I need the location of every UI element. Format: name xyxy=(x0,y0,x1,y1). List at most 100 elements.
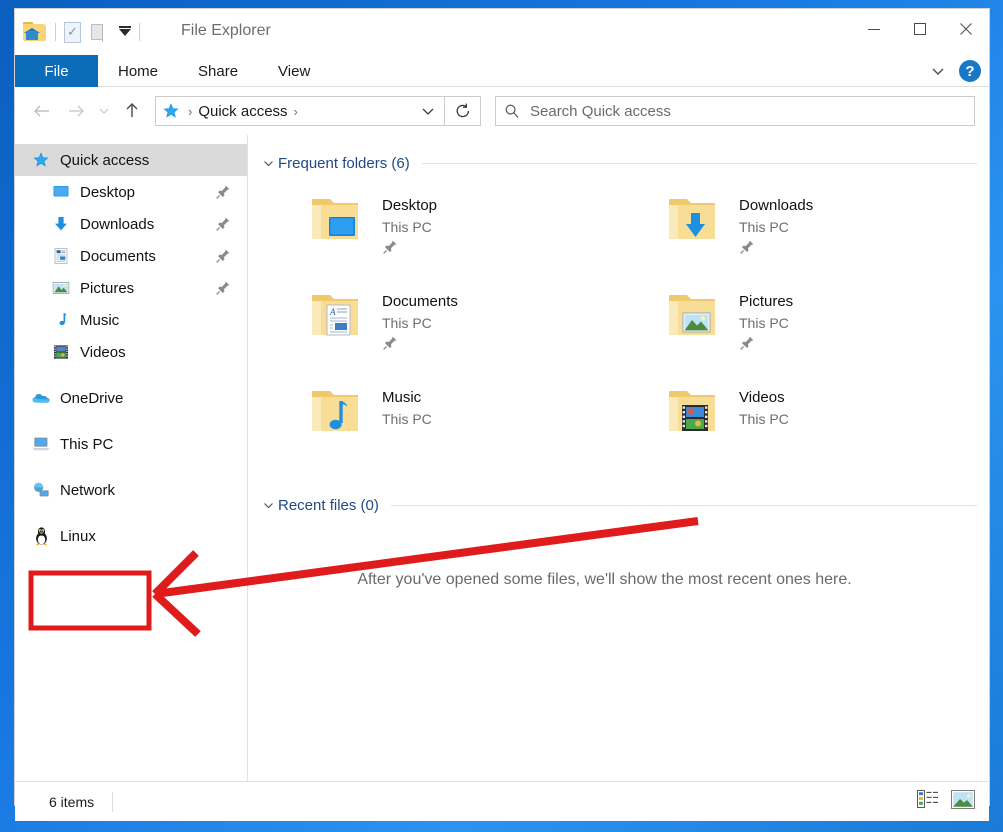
toolbar-divider-2 xyxy=(139,23,140,41)
minimize-button[interactable] xyxy=(851,9,897,49)
sidebar-item-label: Quick access xyxy=(60,152,149,169)
breadcrumb-separator-2[interactable]: › xyxy=(288,104,304,119)
tab-home[interactable]: Home xyxy=(98,55,178,87)
folder-tile[interactable]: A Documents This PC xyxy=(266,287,623,373)
sidebar-item-desktop[interactable]: Desktop xyxy=(15,176,247,208)
folder-tile[interactable]: Music This PC xyxy=(266,383,623,469)
sidebar-item-label: Videos xyxy=(80,344,126,361)
search-input[interactable] xyxy=(530,103,966,120)
customize-caret-icon[interactable] xyxy=(119,29,131,36)
sidebar-item-onedrive[interactable]: OneDrive xyxy=(15,382,247,414)
music-icon xyxy=(51,310,71,330)
onedrive-icon xyxy=(31,388,51,408)
sidebar-item-music[interactable]: Music xyxy=(15,304,247,336)
back-button[interactable] xyxy=(25,94,59,128)
network-icon xyxy=(31,480,51,500)
address-dropdown-icon[interactable] xyxy=(420,103,438,119)
tile-name: Downloads xyxy=(739,197,813,214)
new-folder-icon[interactable] xyxy=(91,24,109,40)
chevron-down-icon[interactable] xyxy=(260,157,276,170)
videos-icon xyxy=(51,342,71,362)
sidebar-item-label: Network xyxy=(60,482,115,499)
tile-name: Pictures xyxy=(739,293,793,310)
recent-locations-button[interactable] xyxy=(93,94,115,128)
folder-documents-icon: A xyxy=(308,287,370,345)
folder-tile[interactable]: Pictures This PC xyxy=(623,287,980,373)
quick-access-star-icon xyxy=(162,102,180,120)
status-bar: 6 items xyxy=(15,781,989,821)
window-controls xyxy=(851,9,989,49)
breadcrumb-separator-1: › xyxy=(182,104,198,119)
chevron-down-icon[interactable] xyxy=(260,499,276,512)
ribbon-tab-bar: File Home Share View ? xyxy=(15,55,989,87)
tile-subtitle: This PC xyxy=(739,411,789,427)
folder-tile[interactable]: Videos This PC xyxy=(623,383,980,469)
sidebar-item-documents[interactable]: Documents xyxy=(15,240,247,272)
pin-icon[interactable] xyxy=(215,184,231,200)
large-icons-view-button[interactable] xyxy=(951,790,975,814)
sidebar-item-this-pc[interactable]: This PC xyxy=(15,428,247,460)
sidebar-item-label: Linux xyxy=(60,528,96,545)
sidebar-item-label: This PC xyxy=(60,436,113,453)
sidebar-item-downloads[interactable]: Downloads xyxy=(15,208,247,240)
pin-icon[interactable] xyxy=(382,335,398,351)
up-button[interactable] xyxy=(115,94,149,128)
svg-text:A: A xyxy=(329,307,336,317)
tile-subtitle: This PC xyxy=(382,411,432,427)
pin-icon[interactable] xyxy=(215,248,231,264)
this-pc-icon xyxy=(31,434,51,454)
tab-share[interactable]: Share xyxy=(178,55,258,87)
group-title: Frequent folders (6) xyxy=(278,155,410,172)
explorer-body: Quick access Desktop Downloads xyxy=(15,135,989,781)
pin-icon[interactable] xyxy=(382,239,398,255)
tile-name: Videos xyxy=(739,389,789,406)
close-button[interactable] xyxy=(943,9,989,49)
tile-subtitle: This PC xyxy=(382,219,437,235)
sidebar-item-label: Pictures xyxy=(80,280,134,297)
pin-icon[interactable] xyxy=(739,335,755,351)
tab-file[interactable]: File xyxy=(15,55,98,87)
address-bar-row: › Quick access › xyxy=(15,87,989,135)
linux-penguin-icon xyxy=(31,526,51,546)
folder-desktop-icon xyxy=(308,191,370,249)
tile-name: Desktop xyxy=(382,197,437,214)
tab-view[interactable]: View xyxy=(258,55,330,87)
tile-subtitle: This PC xyxy=(382,315,458,331)
refresh-button[interactable] xyxy=(445,96,481,126)
tile-name: Documents xyxy=(382,293,458,310)
search-box[interactable] xyxy=(495,96,975,126)
chevron-down-icon[interactable] xyxy=(921,56,955,86)
sidebar-item-linux[interactable]: Linux xyxy=(15,520,247,552)
pin-icon[interactable] xyxy=(215,280,231,296)
breadcrumb-quick-access[interactable]: Quick access xyxy=(198,103,287,120)
tile-name: Music xyxy=(382,389,432,406)
pin-icon[interactable] xyxy=(215,216,231,232)
recent-files-header[interactable]: Recent files (0) xyxy=(260,491,989,519)
help-icon[interactable]: ? xyxy=(959,60,981,82)
sidebar-item-quick-access[interactable]: Quick access xyxy=(15,144,247,176)
view-buttons xyxy=(917,790,975,814)
maximize-button[interactable] xyxy=(897,9,943,49)
search-icon xyxy=(504,103,520,119)
tile-text: Pictures This PC xyxy=(739,287,793,373)
forward-button[interactable] xyxy=(59,94,93,128)
star-icon xyxy=(31,150,51,170)
sidebar-item-videos[interactable]: Videos xyxy=(15,336,247,368)
documents-icon xyxy=(51,246,71,266)
details-view-button[interactable] xyxy=(917,790,939,814)
pictures-icon xyxy=(51,278,71,298)
tile-text: Music This PC xyxy=(382,383,432,469)
sidebar-item-pictures[interactable]: Pictures xyxy=(15,272,247,304)
title-bar: File Explorer xyxy=(15,9,989,55)
sidebar-item-label: Documents xyxy=(80,248,156,265)
file-explorer-icon[interactable] xyxy=(23,22,47,42)
pin-icon[interactable] xyxy=(739,239,755,255)
frequent-folders-header[interactable]: Frequent folders (6) xyxy=(260,149,989,177)
desktop-icon xyxy=(51,182,71,202)
address-bar[interactable]: › Quick access › xyxy=(155,96,445,126)
sidebar-item-network[interactable]: Network xyxy=(15,474,247,506)
properties-icon[interactable] xyxy=(64,22,81,43)
tile-subtitle: This PC xyxy=(739,315,793,331)
folder-tile[interactable]: Downloads This PC xyxy=(623,191,980,277)
folder-tile[interactable]: Desktop This PC xyxy=(266,191,623,277)
